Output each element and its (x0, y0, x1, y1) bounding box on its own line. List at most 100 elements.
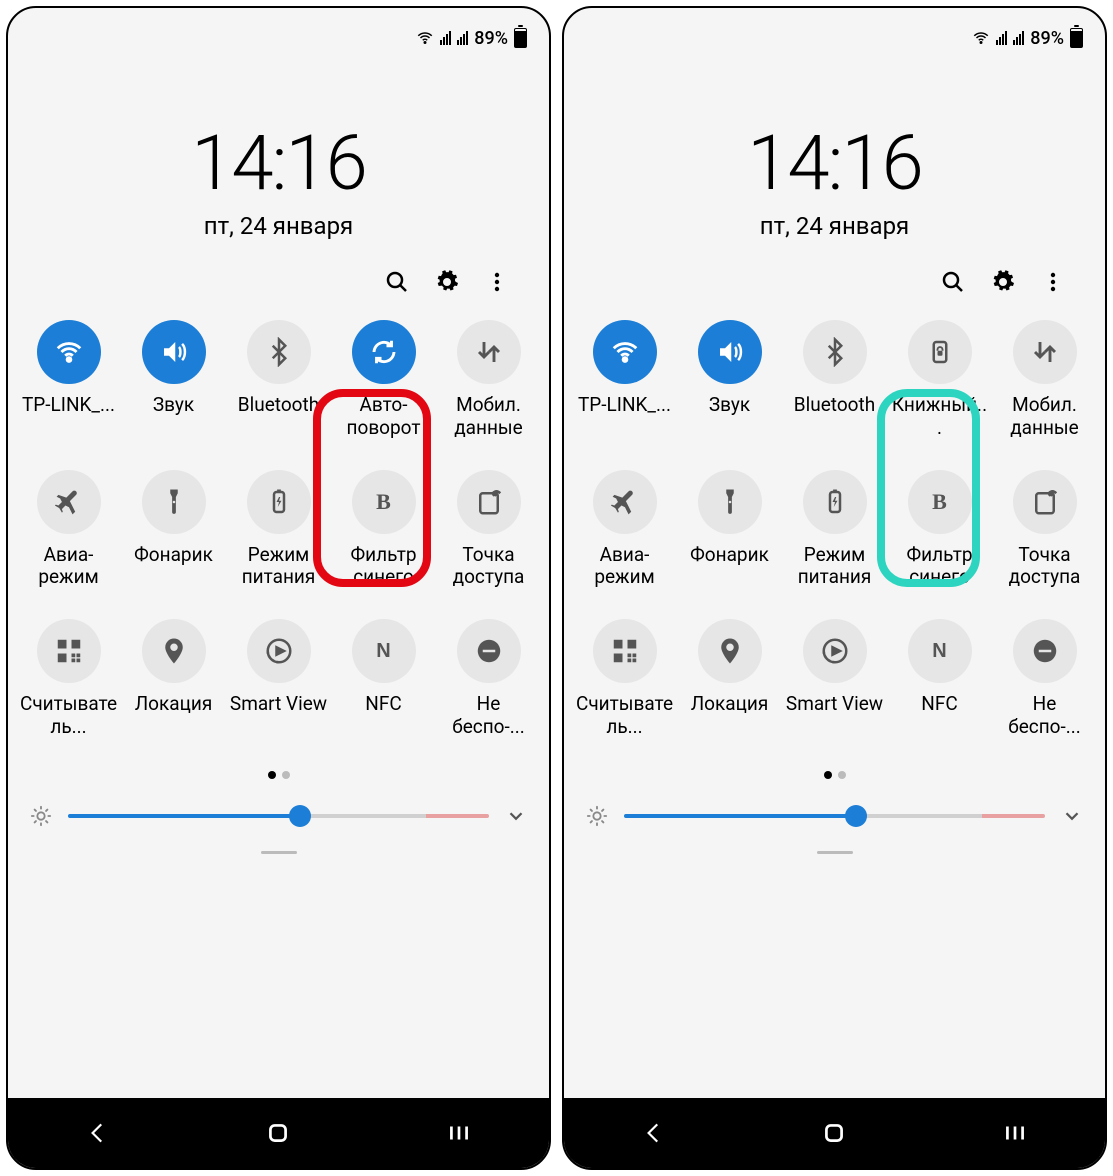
battery-icon (514, 28, 527, 48)
quick-tile-mobiledata[interactable]: Мобил. данные (436, 320, 541, 440)
qr-icon[interactable] (37, 619, 101, 683)
quick-tile-location[interactable]: Локация (121, 619, 226, 739)
tile-label: Smart View (230, 693, 327, 716)
quick-tile-hotspot[interactable]: Точка доступа (992, 470, 1097, 590)
airplane-icon[interactable] (37, 470, 101, 534)
tile-label: Авиа-режим (575, 544, 675, 590)
quick-tile-smartview[interactable]: Smart View (782, 619, 887, 739)
clock-time: 14:16 (8, 118, 549, 208)
signal-icon-1 (996, 31, 1007, 45)
sound-icon[interactable] (142, 320, 206, 384)
quick-tile-smartview[interactable]: Smart View (226, 619, 331, 739)
quick-tile-sound[interactable]: Звук (121, 320, 226, 440)
quick-tile-airplane[interactable]: Авиа-режим (16, 470, 121, 590)
signal-icon-2 (1013, 31, 1024, 45)
home-button[interactable] (265, 1120, 291, 1146)
dnd-icon[interactable] (1013, 619, 1077, 683)
clock-date: пт, 24 января (564, 212, 1105, 240)
toolbar-row (564, 240, 1105, 304)
search-icon[interactable] (941, 270, 965, 294)
brightness-slider[interactable] (8, 783, 549, 839)
recents-button[interactable] (1002, 1120, 1028, 1146)
gear-icon[interactable] (435, 270, 459, 294)
flashlight-icon[interactable] (698, 470, 762, 534)
battery-icon (1070, 28, 1083, 48)
quick-tile-dnd[interactable]: Не беспо-... (436, 619, 541, 739)
quick-tile-dnd[interactable]: Не беспо-... (992, 619, 1097, 739)
more-icon[interactable] (485, 270, 509, 294)
mobiledata-icon[interactable] (457, 320, 521, 384)
back-button[interactable] (85, 1120, 111, 1146)
quick-tile-airplane[interactable]: Авиа-режим (572, 470, 677, 590)
wifi-icon[interactable] (37, 320, 101, 384)
tile-label: Книжный... (890, 394, 990, 440)
brightness-thumb[interactable] (289, 805, 311, 827)
recents-button[interactable] (446, 1120, 472, 1146)
nav-bar (8, 1098, 549, 1168)
flashlight-icon[interactable] (142, 470, 206, 534)
wifi-status-icon (972, 29, 990, 47)
tile-label: Мобил. данные (439, 394, 539, 440)
quick-tile-blue-filter[interactable]: BФильтр синего (887, 470, 992, 590)
nfc-icon[interactable]: N (908, 619, 972, 683)
battery-mode-icon[interactable] (247, 470, 311, 534)
wifi-icon[interactable] (593, 320, 657, 384)
brightness-thumb[interactable] (845, 805, 867, 827)
drag-handle[interactable] (564, 839, 1105, 869)
quick-tile-hotspot[interactable]: Точка доступа (436, 470, 541, 590)
sound-icon[interactable] (698, 320, 762, 384)
quick-tile-portrait-lock[interactable]: Книжный... (887, 320, 992, 440)
quick-tile-qr[interactable]: Считыватель... (16, 619, 121, 739)
tile-label: Режим питания (785, 544, 885, 590)
quick-tile-battery-mode[interactable]: Режим питания (782, 470, 887, 590)
quick-tile-location[interactable]: Локация (677, 619, 782, 739)
signal-icon-1 (440, 31, 451, 45)
quick-tile-mobiledata[interactable]: Мобил. данные (992, 320, 1097, 440)
smartview-icon[interactable] (247, 619, 311, 683)
dnd-icon[interactable] (457, 619, 521, 683)
quick-tile-bluetooth[interactable]: Bluetooth (226, 320, 331, 440)
bluetooth-icon[interactable] (803, 320, 867, 384)
drag-handle[interactable] (8, 839, 549, 869)
back-button[interactable] (641, 1120, 667, 1146)
smartview-icon[interactable] (803, 619, 867, 683)
clock-block: 14:16 пт, 24 января (8, 118, 549, 240)
blue-filter-icon[interactable]: B (352, 470, 416, 534)
nfc-icon[interactable]: N (352, 619, 416, 683)
brightness-slider[interactable] (564, 783, 1105, 839)
portrait-lock-icon[interactable] (908, 320, 972, 384)
bluetooth-icon[interactable] (247, 320, 311, 384)
tile-label: Авто-поворот (334, 394, 434, 440)
chevron-down-icon[interactable] (505, 805, 527, 827)
location-icon[interactable] (142, 619, 206, 683)
chevron-down-icon[interactable] (1061, 805, 1083, 827)
search-icon[interactable] (385, 270, 409, 294)
quick-tile-blue-filter[interactable]: BФильтр синего (331, 470, 436, 590)
brightness-track[interactable] (624, 814, 1045, 818)
location-icon[interactable] (698, 619, 762, 683)
quick-tile-qr[interactable]: Считыватель... (572, 619, 677, 739)
rotate-icon[interactable] (352, 320, 416, 384)
quick-tile-bluetooth[interactable]: Bluetooth (782, 320, 887, 440)
qr-icon[interactable] (593, 619, 657, 683)
quick-tile-wifi[interactable]: TP-LINK_... (16, 320, 121, 440)
quick-tile-rotate[interactable]: Авто-поворот (331, 320, 436, 440)
quick-tile-nfc[interactable]: NNFC (331, 619, 436, 739)
home-button[interactable] (821, 1120, 847, 1146)
blue-filter-icon[interactable]: B (908, 470, 972, 534)
mobiledata-icon[interactable] (1013, 320, 1077, 384)
airplane-icon[interactable] (593, 470, 657, 534)
quick-tile-nfc[interactable]: NNFC (887, 619, 992, 739)
hotspot-icon[interactable] (457, 470, 521, 534)
quick-tile-flashlight[interactable]: Фонарик (677, 470, 782, 590)
hotspot-icon[interactable] (1013, 470, 1077, 534)
tile-label: Локация (691, 693, 769, 716)
gear-icon[interactable] (991, 270, 1015, 294)
quick-tile-sound[interactable]: Звук (677, 320, 782, 440)
quick-tile-wifi[interactable]: TP-LINK_... (572, 320, 677, 440)
battery-mode-icon[interactable] (803, 470, 867, 534)
brightness-track[interactable] (68, 814, 489, 818)
quick-tile-battery-mode[interactable]: Режим питания (226, 470, 331, 590)
quick-tile-flashlight[interactable]: Фонарик (121, 470, 226, 590)
more-icon[interactable] (1041, 270, 1065, 294)
